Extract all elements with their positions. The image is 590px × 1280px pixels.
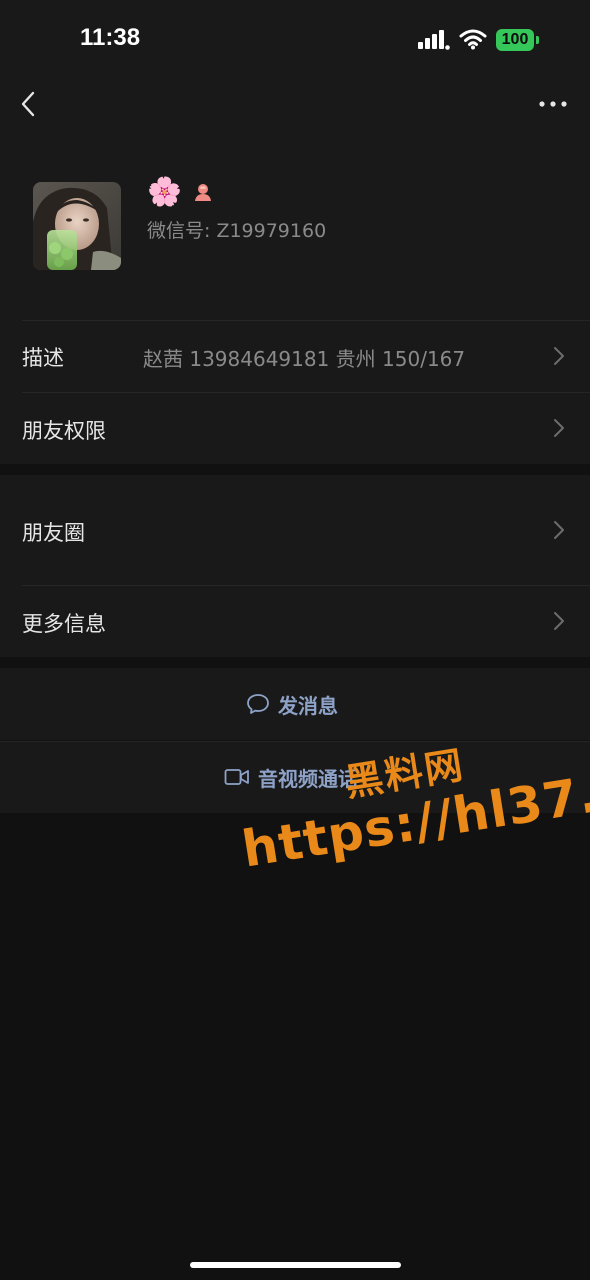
divider	[22, 392, 590, 393]
description-label: 描述	[22, 346, 64, 370]
battery-indicator: 100	[496, 29, 539, 51]
name-row: 🌸	[147, 176, 214, 208]
wifi-icon	[459, 29, 487, 50]
video-call-content: 音视频通话	[224, 741, 358, 813]
send-message-label: 发消息	[278, 693, 338, 718]
more-info-row[interactable]: 更多信息	[0, 585, 590, 657]
profile-header: 🌸 微信号: Z19979160	[0, 150, 590, 320]
description-value: 赵茜 13984649181 贵州 150/167	[143, 347, 466, 371]
contact-profile-screen: 11:38 100 🌸 微信号: Z19979160 描述 赵茜 1398464…	[0, 0, 590, 1280]
cellular-signal-icon	[418, 30, 450, 50]
wechat-id: 微信号: Z19979160	[147, 220, 327, 242]
battery-tip	[536, 36, 539, 44]
chat-bubble-icon	[247, 694, 269, 714]
divider	[22, 585, 590, 586]
display-name: 🌸	[147, 175, 182, 208]
chevron-right-icon	[554, 419, 564, 437]
send-message-content: 发消息	[246, 668, 338, 740]
status-bar: 11:38 100	[0, 0, 590, 80]
battery-level: 100	[496, 29, 534, 51]
friend-permissions-label: 朋友权限	[22, 419, 106, 443]
video-call-button[interactable]: 音视频通话	[0, 741, 590, 813]
chevron-right-icon	[554, 521, 564, 539]
home-indicator[interactable]	[190, 1262, 401, 1268]
gender-female-icon	[194, 184, 211, 201]
back-chevron-icon[interactable]	[16, 90, 44, 118]
moments-row[interactable]: 朋友圈	[0, 475, 590, 585]
chevron-right-icon	[554, 347, 564, 365]
send-message-button[interactable]: 发消息	[0, 668, 590, 740]
video-call-label: 音视频通话	[258, 766, 358, 791]
moments-label: 朋友圈	[22, 521, 85, 545]
chevron-right-icon	[554, 612, 564, 630]
video-camera-icon	[224, 769, 249, 785]
status-time: 11:38	[80, 24, 141, 51]
divider	[22, 320, 590, 321]
friend-permissions-row[interactable]: 朋友权限	[0, 392, 590, 464]
avatar[interactable]	[33, 182, 121, 270]
more-horizontal-icon[interactable]	[538, 96, 568, 112]
nav-bar	[0, 80, 590, 150]
more-info-label: 更多信息	[22, 612, 106, 636]
description-row[interactable]: 描述 赵茜 13984649181 贵州 150/167	[0, 320, 590, 392]
avatar-photo	[33, 182, 121, 270]
